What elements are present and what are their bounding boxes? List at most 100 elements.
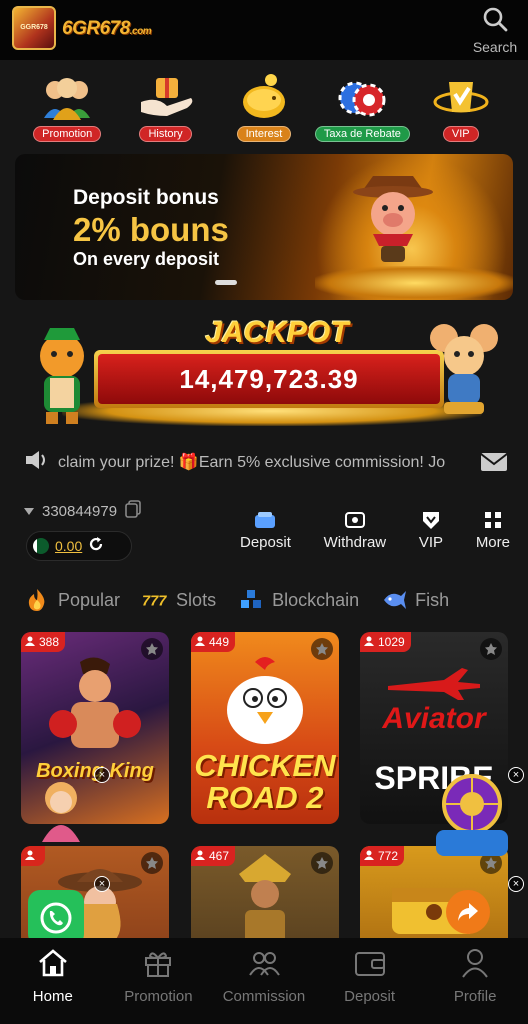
carousel-indicator[interactable] bbox=[215, 280, 237, 285]
person-icon bbox=[25, 849, 35, 863]
quicknav-history[interactable]: History bbox=[121, 72, 211, 148]
copy-icon[interactable] bbox=[125, 500, 141, 522]
people-icon bbox=[38, 72, 96, 122]
fire-icon bbox=[24, 588, 50, 612]
balance-pill[interactable]: 0.00 bbox=[26, 531, 132, 561]
quicknav-vip[interactable]: VIP bbox=[416, 72, 506, 148]
star-icon[interactable] bbox=[480, 638, 502, 660]
player-count: 388 bbox=[39, 635, 60, 649]
vip-label: VIP bbox=[418, 534, 444, 551]
tab-popular[interactable]: Popular bbox=[24, 588, 120, 612]
share-arrow-icon[interactable] bbox=[446, 890, 490, 934]
jackpot-value: 14,479,723.39 bbox=[179, 363, 359, 394]
gift-hand-icon bbox=[137, 72, 195, 122]
chips-icon bbox=[333, 72, 391, 122]
quicknav-promotion[interactable]: Promotion bbox=[22, 72, 112, 148]
tab-fish[interactable]: Fish bbox=[381, 588, 449, 612]
quicknav-label: History bbox=[139, 126, 192, 142]
star-icon[interactable] bbox=[141, 638, 163, 660]
nav-promotion[interactable]: Promotion bbox=[108, 946, 208, 1024]
tab-label: Fish bbox=[415, 589, 450, 610]
quicknav-rebate[interactable]: Taxa de Rebate bbox=[314, 72, 410, 148]
announcement-marquee[interactable]: claim your prize! 🎁Earn 5% exclusive com… bbox=[24, 446, 508, 478]
logo-text: 6GR678 bbox=[62, 18, 130, 39]
close-icon[interactable]: × bbox=[508, 876, 524, 892]
vip-action[interactable]: VIP bbox=[419, 510, 443, 560]
jackpot-panel: JACKPOT 14,479,723.39 bbox=[22, 316, 506, 428]
site-logo[interactable]: 6GR678.com bbox=[62, 18, 152, 40]
pakistan-flag-icon bbox=[33, 538, 49, 554]
game-title: CHICKEN ROAD 2 bbox=[194, 748, 336, 815]
withdraw-label: Withdraw bbox=[323, 534, 387, 551]
user-id: 330844979 bbox=[42, 502, 118, 520]
piggy-bank-icon bbox=[235, 72, 293, 122]
nav-profile[interactable]: Profile bbox=[425, 946, 525, 1024]
mail-icon[interactable] bbox=[480, 451, 508, 473]
player-count-badge: 467 bbox=[191, 846, 236, 866]
quicknav-interest[interactable]: Interest bbox=[219, 72, 309, 148]
grid-icon bbox=[482, 510, 504, 530]
lucky-roulette-icon[interactable] bbox=[432, 772, 512, 862]
banner-line3: On every deposit bbox=[73, 249, 220, 269]
category-tabs: Popular 777 Slots Blockchain Fish bbox=[24, 584, 528, 616]
more-label: More bbox=[475, 534, 510, 551]
withdraw-icon bbox=[344, 510, 366, 530]
tab-slots[interactable]: 777 Slots bbox=[142, 588, 216, 612]
nav-commission[interactable]: Commission bbox=[214, 946, 314, 1024]
deposit-action[interactable]: Deposit bbox=[240, 510, 291, 560]
person-icon bbox=[25, 635, 35, 649]
pig-mascot-icon bbox=[353, 176, 433, 262]
tab-label: Popular bbox=[58, 589, 121, 610]
player-count: 467 bbox=[209, 849, 230, 863]
top-header: GGR678 6GR678.com Search bbox=[0, 0, 528, 60]
star-icon[interactable] bbox=[141, 852, 163, 874]
marquee-text: claim your prize! 🎁Earn 5% exclusive com… bbox=[58, 454, 446, 471]
fish-icon bbox=[381, 588, 407, 612]
nav-label: Deposit bbox=[344, 988, 395, 1005]
person-icon bbox=[364, 635, 374, 649]
close-icon[interactable]: × bbox=[94, 876, 110, 892]
game-card-chicken-road-2[interactable]: 449 CHICKEN ROAD 2 bbox=[191, 632, 339, 824]
logo-badge[interactable]: GGR678 bbox=[12, 6, 56, 50]
close-icon[interactable]: × bbox=[94, 767, 110, 783]
player-count-badge: 772 bbox=[360, 846, 405, 866]
speaker-icon bbox=[24, 449, 48, 476]
search-button[interactable]: Search bbox=[470, 6, 520, 55]
quicknav-label: Promotion bbox=[33, 126, 102, 142]
player-count: 772 bbox=[378, 849, 399, 863]
cubes-icon bbox=[238, 588, 264, 612]
nav-deposit[interactable]: Deposit bbox=[320, 946, 420, 1024]
quicknav-label: VIP bbox=[442, 126, 479, 142]
refresh-icon[interactable] bbox=[88, 536, 104, 557]
jackpot-title: JACKPOT bbox=[205, 316, 349, 349]
star-icon[interactable] bbox=[311, 638, 333, 660]
wallet-icon bbox=[353, 946, 387, 980]
banner-line2: 2% bouns bbox=[73, 211, 229, 248]
nav-label: Promotion bbox=[124, 988, 193, 1005]
wallet-actions: Deposit Withdraw VIP More bbox=[240, 510, 510, 560]
vip-shield-icon bbox=[420, 510, 442, 530]
tab-label: Blockchain bbox=[272, 589, 360, 610]
deposit-icon bbox=[254, 510, 276, 530]
caret-down-icon[interactable] bbox=[24, 503, 34, 520]
quicknav-label: Interest bbox=[236, 126, 292, 142]
game-title: Aviator bbox=[382, 702, 486, 735]
777-icon: 777 bbox=[142, 588, 168, 612]
player-count: 449 bbox=[209, 635, 230, 649]
tab-blockchain[interactable]: Blockchain bbox=[238, 588, 359, 612]
player-count: 1029 bbox=[378, 635, 405, 649]
player-count-badge: 1029 bbox=[360, 632, 411, 652]
star-icon[interactable] bbox=[311, 852, 333, 874]
warrior-art-icon bbox=[239, 854, 291, 944]
plane-art-icon bbox=[388, 668, 480, 700]
withdraw-action[interactable]: Withdraw bbox=[323, 510, 387, 560]
nav-home[interactable]: Home bbox=[3, 946, 103, 1024]
support-avatar-icon[interactable] bbox=[30, 778, 92, 842]
users-icon bbox=[247, 946, 281, 980]
more-action[interactable]: More bbox=[476, 510, 510, 560]
search-icon bbox=[482, 6, 508, 37]
promo-banner[interactable]: Deposit bonus 2% bouns On every deposit bbox=[15, 154, 513, 300]
person-icon bbox=[195, 849, 205, 863]
player-count-badge: 449 bbox=[191, 632, 236, 652]
logo-suffix: .com bbox=[129, 26, 152, 37]
